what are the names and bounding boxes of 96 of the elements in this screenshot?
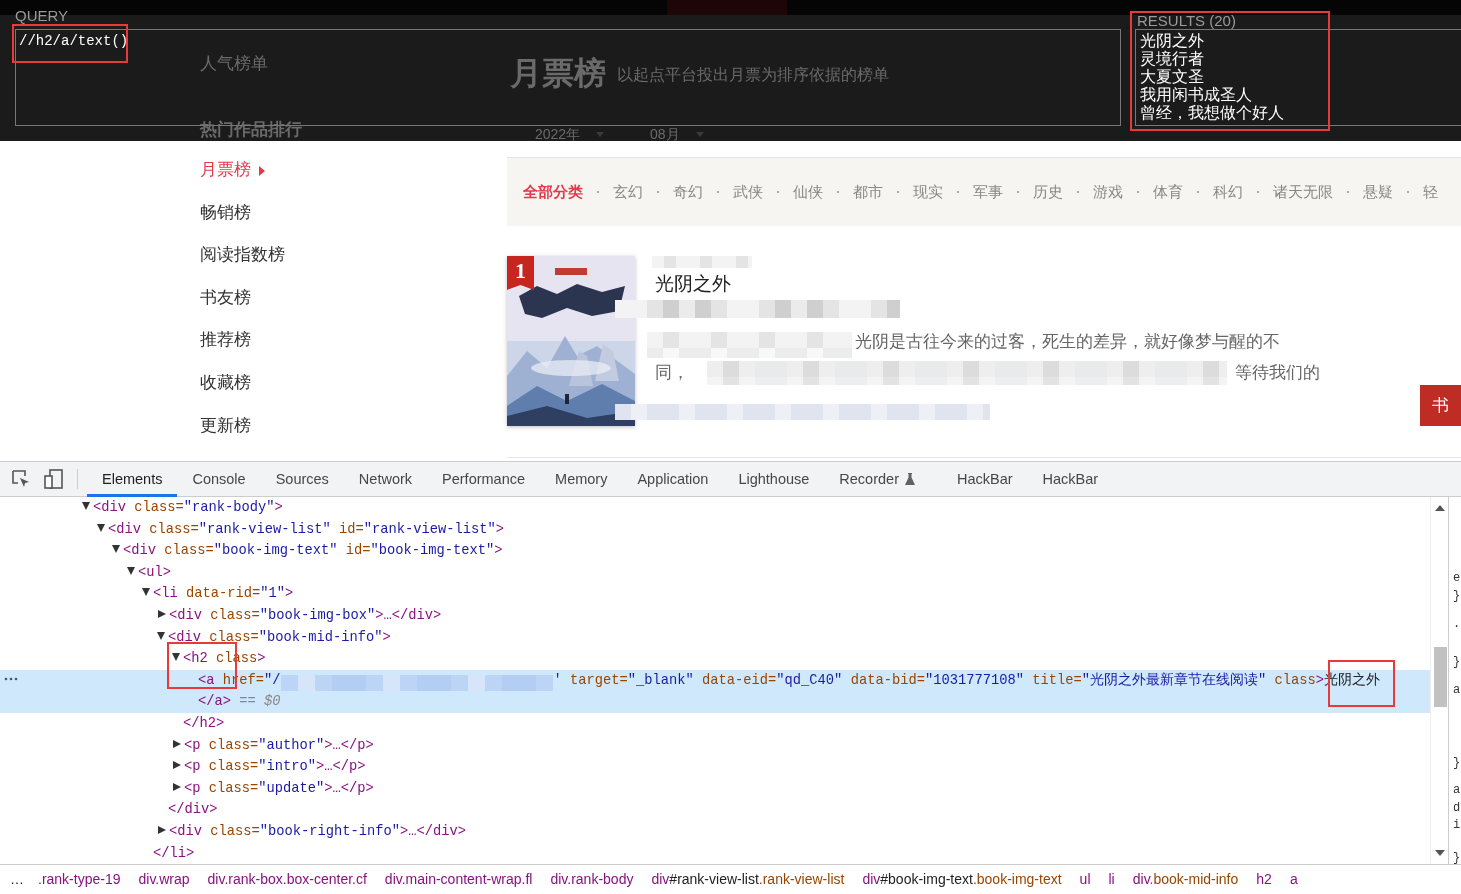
scroll-up-icon[interactable] — [1435, 505, 1445, 511]
rank-nav-item[interactable]: 阅读指数榜 — [200, 242, 507, 285]
breadcrumb-item[interactable]: .rank-type-19 — [38, 869, 121, 890]
code-line: </div> — [168, 802, 218, 818]
code-line: <div class="book-img-box">…</div> — [169, 607, 442, 623]
code-line: <p class="update">…</p> — [184, 780, 374, 796]
expanded-arrow-icon[interactable] — [112, 545, 120, 554]
result-item: 光阴之外 — [1140, 32, 1205, 50]
rank-subtitle: 以起点平台投出月票为排序依据的榜单 — [617, 65, 889, 85]
expanded-arrow-icon[interactable] — [127, 566, 135, 575]
breadcrumb-more[interactable]: … — [10, 869, 24, 890]
scrollbar-thumb[interactable] — [1434, 647, 1447, 707]
result-item: 大夏文圣 — [1140, 68, 1205, 86]
expanded-arrow-icon[interactable] — [97, 523, 105, 532]
expanded-arrow-icon[interactable] — [142, 588, 150, 597]
rank-nav-item[interactable]: 收藏榜 — [200, 369, 507, 413]
more-icon[interactable] — [4, 677, 18, 681]
results-label: RESULTS (20) — [1137, 12, 1236, 30]
code-line: <div class="rank-view-list" id="rank-view-list"> — [108, 521, 505, 537]
code-line: <ul> — [138, 564, 171, 580]
style-fragment: i — [1453, 817, 1461, 834]
style-fragment: e — [1453, 570, 1461, 587]
result-item: 灵境行者 — [1140, 50, 1205, 68]
breadcrumb-item[interactable]: div#book-img-text.book-img-text — [862, 869, 1062, 890]
style-fragment: } — [1453, 654, 1461, 671]
breadcrumb-item[interactable]: div#rank-view-list.rank-view-list — [651, 869, 845, 890]
code-line: <div class="book-mid-info"> — [168, 629, 391, 645]
devtools-tab[interactable]: Application — [622, 461, 724, 497]
code-line: <p class="intro">…</p> — [184, 759, 366, 775]
style-fragment: } — [1453, 755, 1461, 772]
expanded-arrow-icon[interactable] — [172, 653, 180, 662]
style-fragment: } — [1453, 850, 1461, 867]
rank-nav-item[interactable]: 畅销榜 — [200, 199, 507, 243]
devtools-tab[interactable]: Recorder — [824, 461, 930, 497]
collapsed-arrow-icon[interactable] — [158, 609, 166, 618]
result-item: 我用闲书成圣人 — [1140, 86, 1253, 104]
book-intro: 同， — [655, 362, 689, 384]
selected-dom-row[interactable]: </a> == $0 — [0, 691, 1430, 713]
devtools-tab[interactable]: HackBar — [1027, 461, 1114, 497]
rank-nav-item[interactable]: 更新榜 — [200, 412, 507, 456]
style-fragment: } — [1453, 588, 1461, 605]
rank-nav-item[interactable]: 书友榜 — [200, 284, 507, 328]
collapsed-arrow-icon[interactable] — [173, 761, 181, 770]
scroll-down-icon[interactable] — [1435, 850, 1445, 856]
style-fragment: a — [1453, 782, 1461, 799]
devtools-tab[interactable]: Network — [343, 461, 428, 497]
rank-badge: 1 — [507, 256, 534, 290]
breadcrumb-item[interactable]: ul — [1079, 869, 1091, 890]
category-link[interactable]: 全部分类 — [523, 180, 583, 204]
book-intro: 光阴是古往今来的过客，死生的差异，就好像梦与醒的不 — [855, 331, 1280, 353]
breadcrumb-item[interactable]: div.wrap — [138, 869, 190, 890]
book-title[interactable]: 光阴之外 — [655, 270, 731, 299]
devtools-tab[interactable]: Lighthouse — [723, 461, 825, 497]
devtools-tab[interactable]: Console — [177, 461, 261, 497]
caret-icon — [695, 132, 704, 137]
code-line: </li> — [153, 845, 195, 861]
rank-nav-item[interactable]: 月票榜 — [200, 157, 507, 200]
code-line: <div class="book-right-info">…</div> — [169, 823, 467, 839]
device-toggle-icon[interactable] — [44, 469, 64, 489]
flask-icon — [904, 472, 915, 485]
code-line: <p class="author">…</p> — [184, 737, 374, 753]
breadcrumb-item[interactable]: li — [1108, 869, 1115, 890]
devtools-tab[interactable]: HackBar — [941, 461, 1028, 497]
breadcrumb-item[interactable]: div.rank-box.box-center.cf — [207, 869, 367, 890]
breadcrumb-item[interactable]: div.rank-body — [550, 869, 634, 890]
code-line: <div class="book-img-text" id="book-img-text"> — [123, 543, 503, 559]
breadcrumb-item[interactable]: div.main-content-wrap.fl — [384, 869, 533, 890]
collapsed-arrow-icon[interactable] — [158, 825, 166, 834]
devtools-tab[interactable]: Sources — [260, 461, 344, 497]
result-item: 曾经，我想做个好人 — [1140, 104, 1285, 122]
collapsed-arrow-icon[interactable] — [173, 739, 181, 748]
query-label: QUERY — [15, 7, 69, 25]
caret-icon — [596, 132, 605, 137]
devtools-tab[interactable]: Elements — [87, 461, 178, 497]
read-button[interactable]: 书 — [1420, 385, 1461, 426]
caret-icon — [259, 165, 265, 176]
breadcrumb-item[interactable]: div.book-mid-info — [1132, 869, 1239, 890]
code-line: <li data-rid="1"> — [153, 586, 294, 602]
book-intro: 等待我们的 — [1235, 362, 1320, 384]
rank-nav-item[interactable]: 推荐榜 — [200, 327, 507, 370]
rank-title: 月票榜 — [510, 54, 606, 93]
devtools-tab[interactable]: Performance — [427, 461, 541, 497]
style-fragment: a — [1453, 682, 1461, 699]
expanded-arrow-icon[interactable] — [157, 631, 165, 640]
breadcrumb-item[interactable]: a — [1289, 869, 1298, 890]
breadcrumb-item[interactable]: h2 — [1256, 869, 1272, 890]
expanded-arrow-icon[interactable] — [82, 502, 90, 510]
inspect-icon[interactable] — [11, 469, 31, 489]
collapsed-arrow-icon[interactable] — [173, 782, 181, 791]
style-fragment: d — [1453, 800, 1461, 817]
code-line: <div class="rank-body"> — [93, 500, 283, 515]
devtools-tab[interactable]: Memory — [540, 461, 623, 497]
code-line: </h2> — [183, 715, 225, 731]
style-fragment: . — [1453, 616, 1461, 633]
section-title: 人气榜单 — [200, 53, 268, 75]
code-line: </a> == $0 — [198, 694, 281, 710]
